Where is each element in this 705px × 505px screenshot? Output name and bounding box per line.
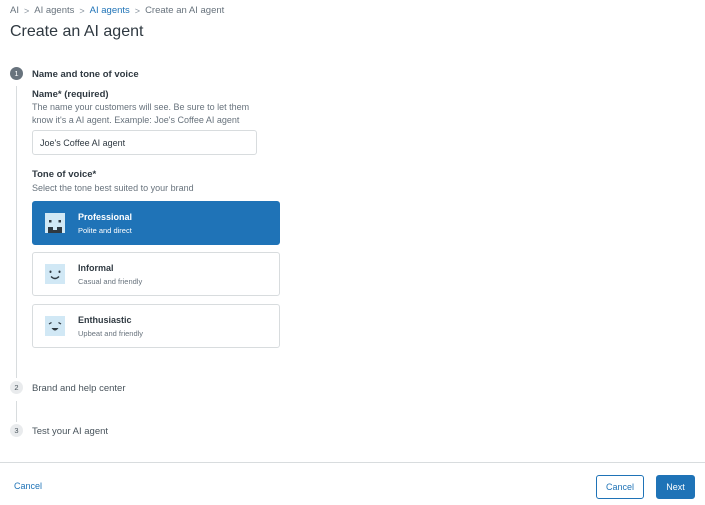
breadcrumb-separator: > <box>79 5 85 16</box>
tone-option-professional[interactable]: Professional Polite and direct <box>32 201 280 245</box>
tone-option-title: Informal <box>78 263 114 273</box>
cancel-link[interactable]: Cancel <box>14 481 42 491</box>
tone-option-title: Professional <box>78 212 133 222</box>
cancel-button[interactable]: Cancel <box>596 475 644 499</box>
footer-bar: Cancel Cancel Next <box>0 462 705 505</box>
breadcrumb: AI > AI agents > AI agents > Create an A… <box>10 5 224 16</box>
breadcrumb-separator: > <box>134 5 141 16</box>
stepper-connector <box>16 86 17 378</box>
page-title: Create an AI agent <box>10 23 144 40</box>
tone-option-informal[interactable]: Informal Casual and friendly <box>32 252 280 296</box>
breadcrumb-item-ai-agents-link[interactable]: AI agents <box>90 5 130 16</box>
breadcrumb-item-ai[interactable]: AI <box>10 5 19 16</box>
tone-option-enthusiastic[interactable]: Enthusiastic Upbeat and friendly <box>32 304 280 348</box>
tone-option-title: Enthusiastic <box>78 315 132 325</box>
tone-option-description: Polite and direct <box>78 226 132 235</box>
breadcrumb-item-current: Create an AI agent <box>145 5 225 16</box>
name-label: Name* (required) <box>32 89 109 100</box>
step-1-label: Name and tone of voice <box>32 69 139 80</box>
step-3-label: Test your AI agent <box>32 426 109 437</box>
tone-label: Tone of voice* <box>32 169 97 180</box>
tone-hint: Select the tone best suited to your bran… <box>32 183 194 193</box>
name-hint-line-2: know it's a AI agent. Example: Joe's Cof… <box>32 114 240 125</box>
stepper-connector <box>16 401 17 422</box>
name-hint-line-1: The name your customers will see. Be sur… <box>32 102 250 112</box>
breadcrumb-separator: > <box>23 5 30 16</box>
tone-option-description: Casual and friendly <box>78 277 143 286</box>
smile-face-icon <box>45 264 65 284</box>
grin-face-icon <box>45 316 65 336</box>
step-2-label: Brand and help center <box>32 383 126 394</box>
step-3-number: 3 <box>10 424 23 437</box>
name-input[interactable] <box>32 130 257 155</box>
step-1-number: 1 <box>10 67 23 80</box>
next-button[interactable]: Next <box>656 475 695 499</box>
step-2-number: 2 <box>10 381 23 394</box>
breadcrumb-item-ai-agents[interactable]: AI agents <box>34 5 74 16</box>
tone-option-description: Upbeat and friendly <box>78 329 144 338</box>
professional-face-icon <box>45 213 65 233</box>
